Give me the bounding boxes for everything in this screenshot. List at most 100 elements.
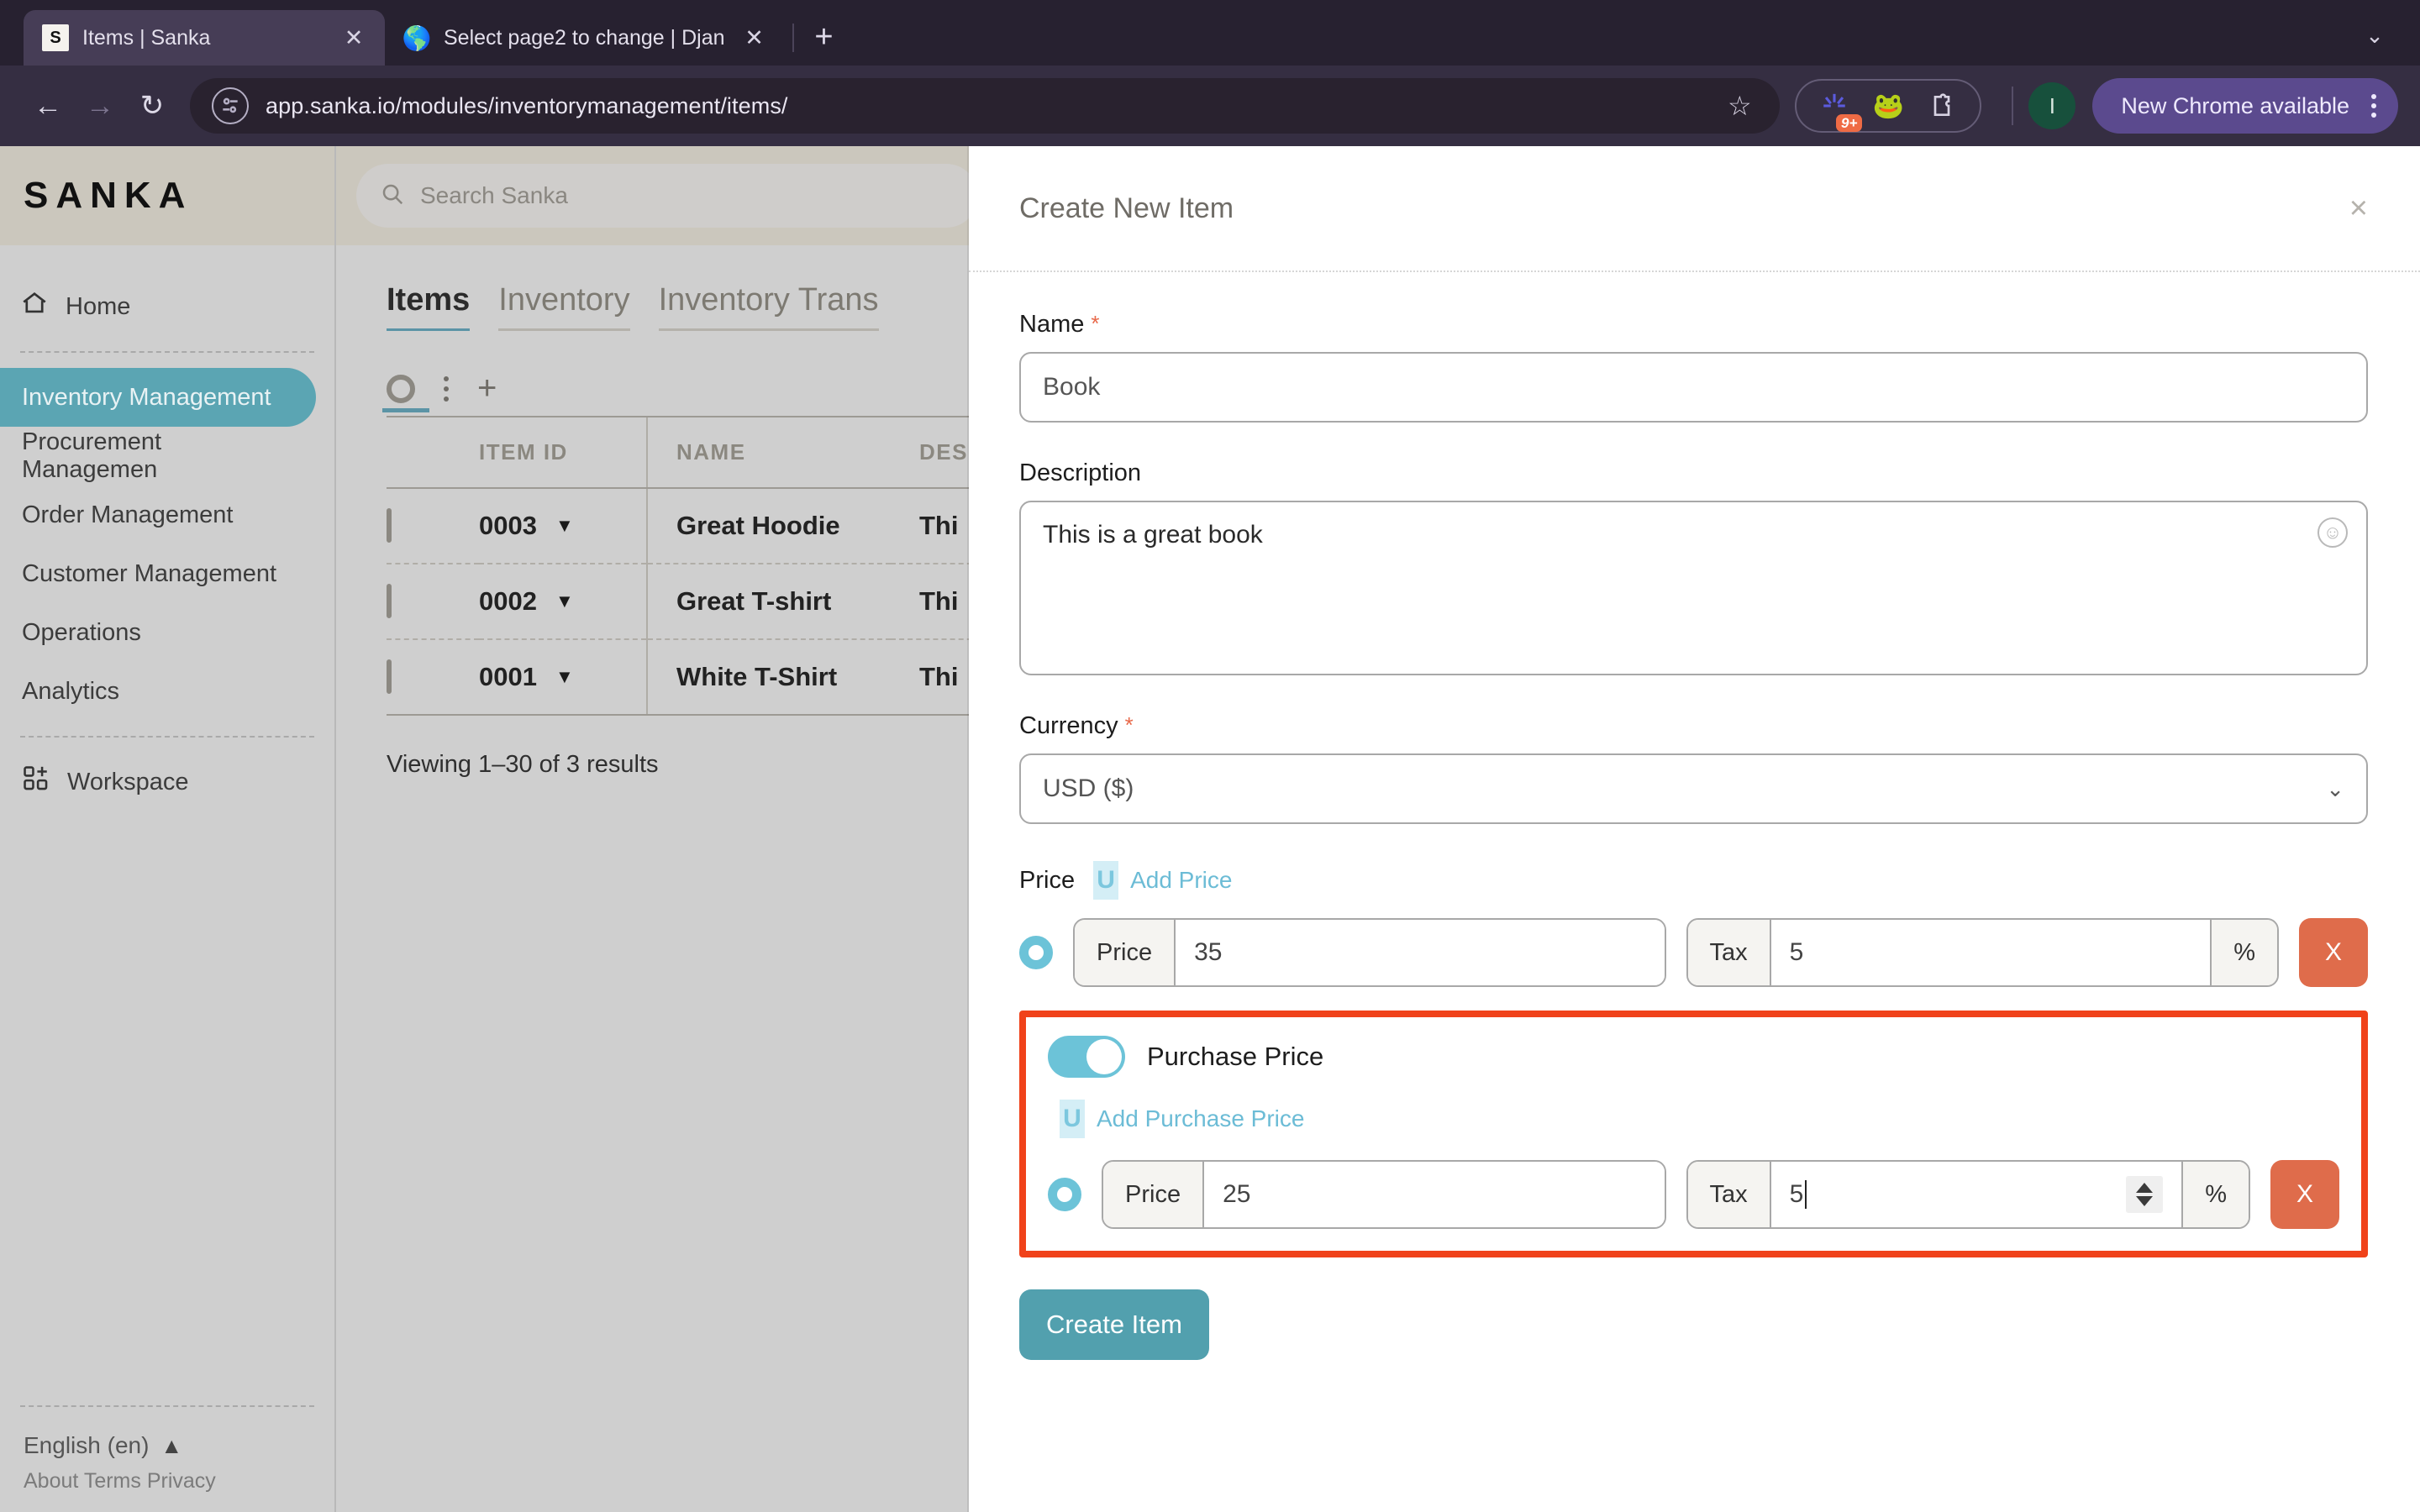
name-input[interactable]: Book xyxy=(1019,352,2368,423)
sidebar-divider xyxy=(20,1405,314,1407)
tab-separator xyxy=(792,24,794,52)
site-settings-icon[interactable] xyxy=(212,87,249,124)
purchase-price-addon-label: Price xyxy=(1103,1162,1204,1227)
create-item-button[interactable]: Create Item xyxy=(1019,1289,1209,1360)
chrome-update-label: New Chrome available xyxy=(2121,93,2349,119)
add-view-icon[interactable]: + xyxy=(477,370,497,407)
currency-select[interactable]: USD ($) ⌄ xyxy=(1019,753,2368,824)
purchase-tax-input-value[interactable]: 5 xyxy=(1771,1162,2182,1227)
notifications-extension-icon[interactable]: 9+ xyxy=(1815,87,1854,125)
emoji-icon[interactable]: ☺ xyxy=(2317,517,2348,548)
currency-value: USD ($) xyxy=(1043,774,1134,803)
chrome-update-button[interactable]: New Chrome available xyxy=(2092,78,2398,134)
price-addon-label: Price xyxy=(1075,920,1176,985)
row-checkbox[interactable] xyxy=(387,584,392,618)
price-input-value[interactable]: 35 xyxy=(1176,920,1664,985)
browser-tab-django[interactable]: 🌎 Select page2 to change | Djan ✕ xyxy=(385,10,786,66)
forward-icon[interactable]: → xyxy=(74,80,126,132)
required-asterisk: * xyxy=(1091,311,1099,336)
bookmark-star-icon[interactable]: ☆ xyxy=(1719,86,1760,126)
language-selector[interactable]: English (en) ▲ xyxy=(0,1422,334,1469)
view-circle-icon[interactable] xyxy=(387,375,415,403)
chevron-down-icon[interactable]: ▼ xyxy=(555,591,574,612)
brand-logo[interactable]: SANKA xyxy=(0,146,334,245)
notification-badge: 9+ xyxy=(1836,114,1862,132)
purchase-price-default-radio[interactable] xyxy=(1048,1178,1081,1211)
row-checkbox[interactable] xyxy=(387,508,392,543)
row-checkbox[interactable] xyxy=(387,659,392,694)
sidebar-item-procurement-management[interactable]: Procurement Managemen xyxy=(0,427,316,486)
close-icon[interactable]: × xyxy=(2349,191,2368,227)
search-icon xyxy=(380,181,405,211)
sidebar-item-operations[interactable]: Operations xyxy=(0,603,316,662)
sidebar-item-inventory-management[interactable]: Inventory Management xyxy=(0,368,316,427)
purchase-price-toggle[interactable] xyxy=(1048,1036,1125,1078)
column-header-name[interactable]: NAME xyxy=(647,417,891,488)
sidebar-item-customer-management[interactable]: Customer Management xyxy=(0,544,316,603)
tab-search-chevron-down-icon[interactable]: ⌄ xyxy=(2349,12,2400,59)
tab-items[interactable]: Items xyxy=(387,282,470,331)
new-tab-button[interactable]: + xyxy=(801,13,848,60)
tax-input-value[interactable]: 5 xyxy=(1771,920,2211,985)
sidebar-item-label: Workspace xyxy=(67,769,189,796)
sidebar-item-home[interactable]: Home xyxy=(0,277,316,336)
purchase-price-toggle-label: Purchase Price xyxy=(1147,1042,1323,1072)
tab-title: Select page2 to change | Djan xyxy=(444,26,725,50)
item-id-value: 0002 xyxy=(479,586,537,617)
address-bar[interactable]: app.sanka.io/modules/inventorymanagement… xyxy=(190,78,1780,134)
browser-tab-items-sanka[interactable]: S Items | Sanka ✕ xyxy=(24,10,385,66)
name-input-value: Book xyxy=(1043,373,1100,402)
modal-body: Name * Book Description This is a great b… xyxy=(969,272,2420,1360)
purchase-price-row: Price 25 Tax 5 % X xyxy=(1048,1160,2339,1229)
item-id-value: 0003 xyxy=(479,511,537,541)
add-price-button[interactable]: U Add Price xyxy=(1093,861,1232,900)
price-row: Price 35 Tax 5 % X xyxy=(1019,918,2368,987)
chevron-down-icon[interactable]: ▼ xyxy=(555,666,574,688)
extensions-puzzle-icon[interactable] xyxy=(1923,87,1961,125)
required-asterisk: * xyxy=(1125,712,1134,738)
description-textarea[interactable]: This is a great book ☺ xyxy=(1019,501,2368,675)
remove-purchase-price-button[interactable]: X xyxy=(2270,1160,2339,1229)
price-default-radio[interactable] xyxy=(1019,936,1053,969)
remove-price-button[interactable]: X xyxy=(2299,918,2368,987)
sidebar-item-order-management[interactable]: Order Management xyxy=(0,486,316,544)
purchase-price-section: Purchase Price U Add Purchase Price Pric… xyxy=(1019,1011,2368,1257)
add-purchase-price-button[interactable]: U Add Purchase Price xyxy=(1060,1100,2339,1138)
sidebar-item-workspace[interactable]: Workspace xyxy=(0,753,316,811)
description-field-label: Description xyxy=(1019,459,2368,487)
page-viewport: SANKA Home Inventory Management Procure xyxy=(0,146,2420,1512)
name-field-label: Name * xyxy=(1019,311,2368,339)
search-placeholder: Search Sanka xyxy=(420,182,568,209)
back-icon[interactable]: ← xyxy=(22,80,74,132)
frog-extension-icon[interactable]: 🐸 xyxy=(1869,87,1907,125)
purchase-price-input-value[interactable]: 25 xyxy=(1204,1162,1664,1227)
tax-input-group[interactable]: Tax 5 % xyxy=(1686,918,2280,987)
name-label-text: Name xyxy=(1019,311,1084,338)
purchase-price-toggle-row: Purchase Price xyxy=(1048,1036,2339,1078)
number-stepper[interactable] xyxy=(2126,1176,2163,1213)
close-icon[interactable]: ✕ xyxy=(338,22,370,54)
chevron-down-icon[interactable]: ▼ xyxy=(555,515,574,537)
reload-icon[interactable]: ↻ xyxy=(126,80,178,132)
purchase-tax-input-group[interactable]: Tax 5 % xyxy=(1686,1160,2251,1229)
description-value: This is a great book xyxy=(1043,521,1263,549)
close-icon[interactable]: ✕ xyxy=(739,22,771,54)
price-input-group[interactable]: Price 35 xyxy=(1073,918,1666,987)
sidebar-footer: English (en) ▲ About Terms Privacy xyxy=(0,1390,334,1512)
column-header-item-id[interactable]: ITEM ID xyxy=(479,417,647,488)
extensions-group: 9+ 🐸 xyxy=(1795,79,1981,133)
tab-inventory-transactions[interactable]: Inventory Trans xyxy=(659,282,879,331)
tab-inventory[interactable]: Inventory xyxy=(498,282,629,331)
avatar[interactable]: I xyxy=(2028,82,2075,129)
search-input[interactable]: Search Sanka xyxy=(356,164,978,228)
view-options-icon[interactable] xyxy=(444,376,449,402)
brand-text: SANKA xyxy=(24,175,192,217)
sidebar-item-analytics[interactable]: Analytics xyxy=(0,662,316,721)
kebab-icon[interactable] xyxy=(2371,94,2376,118)
price-label: Price xyxy=(1019,867,1075,895)
purchase-price-input-group[interactable]: Price 25 xyxy=(1102,1160,1666,1229)
chevron-down-icon: ⌄ xyxy=(2326,776,2344,802)
sidebar-item-label: Inventory Management xyxy=(22,384,271,412)
row-checkbox-cell xyxy=(387,564,479,639)
legal-links[interactable]: About Terms Privacy xyxy=(0,1469,334,1494)
